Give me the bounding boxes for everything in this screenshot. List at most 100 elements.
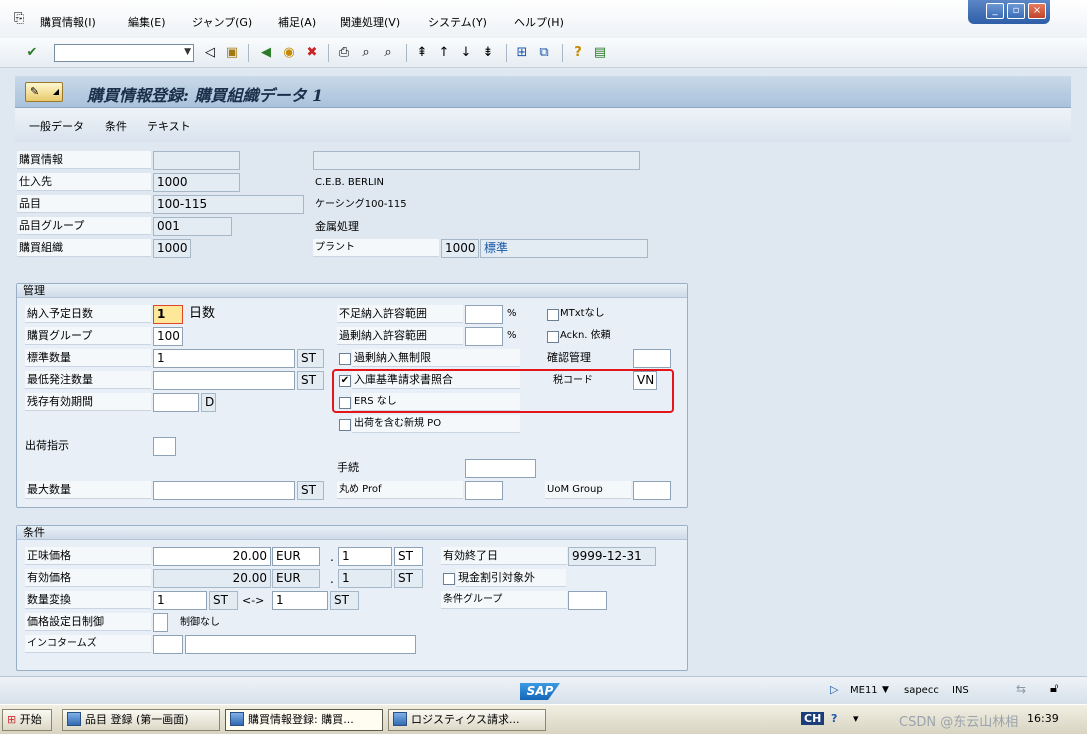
net-price-unit[interactable]: ST xyxy=(394,547,423,566)
incoterms-input[interactable] xyxy=(153,635,183,654)
find-icon[interactable]: ⌕ xyxy=(358,45,374,61)
insert-mode: INS xyxy=(952,685,969,696)
minimize-button[interactable]: _ xyxy=(986,3,1004,19)
status-bar: SAP ▷ ME11 ▼ sapecc INS ⇆ 🔓︎ xyxy=(0,676,1087,704)
next-page-icon[interactable]: ↓ xyxy=(458,45,474,61)
taskbar-item-purchasing-info[interactable]: 購買情報登録: 購買... xyxy=(225,709,383,731)
standard-qty-label: 標準数量 xyxy=(25,349,151,367)
maximum-qty-label: 最大数量 xyxy=(25,481,151,499)
connection-icon: ⇆ xyxy=(1016,682,1027,696)
condition-group-input[interactable] xyxy=(568,591,607,610)
unlimited-overdelivery-checkbox[interactable] xyxy=(339,353,351,365)
new-session-icon[interactable]: ⊞ xyxy=(514,45,530,61)
standard-qty-input[interactable]: 1 xyxy=(153,349,295,368)
enter-icon[interactable]: ✔ xyxy=(24,45,40,61)
menu-item-help[interactable]: ヘルプ(H) xyxy=(514,14,564,30)
net-price-input[interactable]: 20.00 xyxy=(153,547,271,566)
previous-page-icon[interactable]: ↑ xyxy=(436,45,452,61)
new-po-with-shipping-label: 出荷を含む新規 PO xyxy=(352,415,520,433)
minimum-qty-input[interactable] xyxy=(153,371,295,390)
first-page-icon[interactable]: ⇞ xyxy=(414,45,430,61)
remaining-shelf-life-unit: D xyxy=(201,393,216,412)
incoterms-text-input[interactable] xyxy=(185,635,416,654)
task-label: 品目 登録 (第一画面) xyxy=(85,713,189,726)
qty-conversion-to-unit: ST xyxy=(330,591,359,610)
overdelivery-tolerance-label: 過剰納入許容範囲 xyxy=(337,327,463,345)
toolbar-separator xyxy=(506,44,507,62)
window-controls: _ ▫ × xyxy=(968,0,1050,24)
info-icon: ✎ xyxy=(30,85,40,98)
back-icon[interactable]: ◀ xyxy=(258,45,274,61)
new-po-with-shipping-checkbox[interactable] xyxy=(339,419,351,431)
qty-conversion-arrow: <-> xyxy=(242,594,265,607)
procedure-input[interactable] xyxy=(465,459,536,478)
close-button[interactable]: × xyxy=(1028,3,1046,19)
underdelivery-tolerance-input[interactable] xyxy=(465,305,503,324)
taskbar-item-logistics-invoice[interactable]: ロジスティクス請求... xyxy=(388,709,546,731)
status-expand-icon[interactable]: ▷ xyxy=(830,683,838,696)
shortcut-icon[interactable]: ⧉ xyxy=(536,45,552,61)
system-tray: CH ? ▾ CSDN @东云山林相 16:39 xyxy=(795,707,1087,733)
uom-group-input[interactable] xyxy=(633,481,671,500)
lock-icon[interactable]: 🔓︎ xyxy=(1050,681,1058,696)
shipping-instructions-label: 出荷指示 xyxy=(25,439,69,452)
purchasing-info-description xyxy=(313,151,640,170)
watermark-text: CSDN @东云山林相 xyxy=(899,715,1019,730)
planned-delivery-days-input[interactable]: 1 xyxy=(153,305,183,324)
exit-icon[interactable]: ◉ xyxy=(281,45,297,61)
tray-arrow-icon[interactable]: ▾ xyxy=(853,712,859,725)
cancel-icon[interactable]: ✖ xyxy=(304,45,320,61)
menu-item-edit[interactable]: 編集(E) xyxy=(128,14,166,30)
command-field[interactable]: ▼ xyxy=(54,44,194,62)
help-icon[interactable]: ? xyxy=(570,45,586,61)
overdelivery-tolerance-input[interactable] xyxy=(465,327,503,346)
clock: 16:39 xyxy=(1027,712,1059,725)
taskbar-item-material-create[interactable]: 品目 登録 (第一画面) xyxy=(62,709,220,731)
qty-conversion-from-unit: ST xyxy=(209,591,238,610)
toolbar-separator xyxy=(328,44,329,62)
language-indicator[interactable]: CH xyxy=(801,712,825,725)
no-cash-discount-checkbox[interactable] xyxy=(443,573,455,585)
print-icon[interactable]: ⎙ xyxy=(336,45,352,61)
tab-texts[interactable]: テキスト xyxy=(147,118,191,134)
effective-price-per: 1 xyxy=(338,569,392,588)
purchasing-group-input[interactable]: 100 xyxy=(153,327,183,346)
start-button[interactable]: ⊞ 开始 xyxy=(2,709,52,731)
collapse-icon[interactable]: ◁ xyxy=(202,45,218,61)
net-price-currency[interactable]: EUR xyxy=(272,547,320,566)
rounding-profile-input[interactable] xyxy=(465,481,503,500)
save-icon[interactable]: ▣ xyxy=(224,45,240,61)
qty-conversion-to-input[interactable]: 1 xyxy=(272,591,328,610)
last-page-icon[interactable]: ⇟ xyxy=(480,45,496,61)
menu-item-purchasing-info[interactable]: 購買情報(I) xyxy=(40,14,96,30)
restore-button[interactable]: ▫ xyxy=(1007,3,1025,19)
menu-item-extras[interactable]: 補足(A) xyxy=(278,14,316,30)
find-next-icon[interactable]: ⌕ xyxy=(380,45,396,61)
qty-conversion-from-input[interactable]: 1 xyxy=(153,591,207,610)
remaining-shelf-life-input[interactable] xyxy=(153,393,199,412)
shipping-instructions-input[interactable] xyxy=(153,437,176,456)
menu-item-environment[interactable]: 関連処理(V) xyxy=(340,14,400,30)
layout-menu-icon[interactable]: ▤ xyxy=(592,45,608,61)
highlight-box xyxy=(332,369,674,413)
help-tray-icon[interactable]: ? xyxy=(831,712,837,725)
transaction-code: ME11 xyxy=(850,685,878,696)
net-price-per-input[interactable]: 1 xyxy=(338,547,392,566)
dropdown-arrow-icon[interactable]: ▼ xyxy=(184,47,191,57)
pricing-date-control-input[interactable] xyxy=(153,613,168,632)
dropdown-arrow-icon: ◢ xyxy=(52,87,59,96)
acknowledgement-required-checkbox[interactable] xyxy=(547,331,559,343)
menu-icon[interactable]: ⎘ xyxy=(14,11,24,26)
maximum-qty-input[interactable] xyxy=(153,481,295,500)
standard-toolbar: ✔ ▼ ◁ ▣ ◀ ◉ ✖ ⎙ ⌕ ⌕ ⇞ ↑ ↓ ⇟ ⊞ ⧉ ? ▤ xyxy=(0,38,1087,68)
no-material-text-checkbox[interactable] xyxy=(547,309,559,321)
confirmation-control-input[interactable] xyxy=(633,349,671,368)
tab-general-data[interactable]: 一般データ xyxy=(29,118,84,134)
tab-conditions[interactable]: 条件 xyxy=(105,118,127,134)
windows-taskbar: ⊞ 开始 品目 登録 (第一画面) 購買情報登録: 購買... ロジスティクス請… xyxy=(0,704,1087,734)
purchasing-info-field xyxy=(153,151,240,170)
menu-item-system[interactable]: システム(Y) xyxy=(428,14,487,30)
other-info-button[interactable]: ✎ ◢ xyxy=(25,82,63,102)
menu-item-goto[interactable]: ジャンプ(G) xyxy=(192,14,252,30)
system-dropdown-icon[interactable]: ▼ xyxy=(882,685,889,695)
